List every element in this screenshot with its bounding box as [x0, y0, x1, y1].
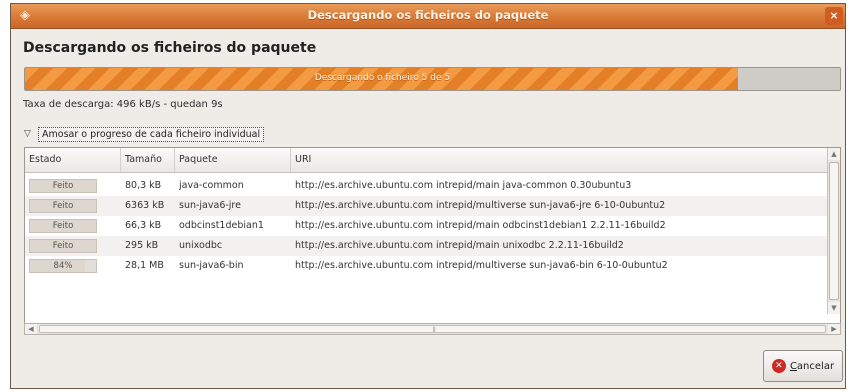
- size-cell: 66,3 kB: [125, 220, 162, 231]
- status-progress-bar: Feito: [29, 199, 97, 213]
- cancel-icon: ✕: [771, 359, 786, 373]
- size-cell: 80,3 kB: [125, 180, 162, 191]
- table-row[interactable]: 84% 28,1 MB sun-java6-bin http://es.archive…: [25, 256, 828, 276]
- cancel-button[interactable]: ✕ Cancelar: [763, 350, 843, 382]
- status-text: 84%: [53, 261, 73, 271]
- show-progress-expander[interactable]: ▽ Amosar o progreso de cada ficheiro ind…: [24, 124, 265, 144]
- title-bar[interactable]: ◈ Descargando os ficheiros do paquete ×: [11, 4, 845, 29]
- uri-cell: http://es.archive.ubuntu.com intrepid/mu…: [295, 200, 666, 211]
- table-row[interactable]: Feito 295 kB unixodbc http://es.archive.ubu…: [25, 236, 828, 256]
- column-header-package[interactable]: Paquete: [175, 148, 291, 172]
- expander-label: Amosar o progreso de cada ficheiro indiv…: [38, 126, 265, 142]
- horizontal-scrollbar[interactable]: ◀ ⦀ ▶: [24, 323, 841, 335]
- column-header-size[interactable]: Tamaño: [121, 148, 175, 172]
- status-cell: 84%: [25, 256, 121, 276]
- download-rate-text: Taxa de descarga: 496 kB/s - quedan 9s: [23, 99, 223, 110]
- status-progress-bar: 84%: [29, 259, 97, 273]
- status-text: Feito: [52, 201, 74, 211]
- status-cell: Feito: [25, 216, 121, 236]
- status-progress-bar: Feito: [29, 179, 97, 193]
- table-row[interactable]: Feito 80,3 kB java-common http://es.archive…: [25, 176, 828, 196]
- scroll-down-icon[interactable]: ▼: [828, 302, 840, 314]
- scroll-left-icon[interactable]: ◀: [25, 324, 37, 334]
- files-table: Estado Tamaño Paquete URI Feito 80,3 kB ja…: [24, 147, 841, 327]
- triangle-down-icon: ▽: [24, 129, 31, 139]
- package-cell: unixodbc: [179, 240, 223, 251]
- cancel-label: Cancelar: [789, 360, 835, 372]
- status-cell: Feito: [25, 176, 121, 196]
- table-row[interactable]: Feito 6363 kB sun-java6-jre http://es.archi…: [25, 196, 828, 216]
- status-progress-bar: Feito: [29, 219, 97, 233]
- close-icon: ×: [829, 9, 839, 22]
- status-text: Feito: [52, 221, 74, 231]
- uri-cell: http://es.archive.ubuntu.com intrepid/mu…: [295, 260, 668, 271]
- size-cell: 6363 kB: [125, 200, 165, 211]
- size-cell: 28,1 MB: [125, 260, 164, 271]
- status-progress-bar: Feito: [29, 239, 97, 253]
- table-row[interactable]: Feito 66,3 kB odbcinst1debian1 http://es.ar…: [25, 216, 828, 236]
- status-text: Feito: [52, 241, 74, 251]
- horizontal-scroll-thumb[interactable]: ⦀: [39, 325, 826, 334]
- column-header-uri[interactable]: URI: [291, 148, 828, 172]
- grip-icon: ⦀: [432, 326, 436, 334]
- scroll-up-icon[interactable]: ▲: [828, 148, 840, 160]
- size-cell: 295 kB: [125, 240, 159, 251]
- package-cell: odbcinst1debian1: [179, 220, 264, 231]
- progress-label: Descargando o ficheiro 5 de 5: [314, 73, 451, 83]
- uri-cell: http://es.archive.ubuntu.com intrepid/ma…: [295, 220, 666, 231]
- package-cell: java-common: [179, 180, 244, 191]
- close-button[interactable]: ×: [825, 7, 843, 25]
- vertical-scroll-thumb[interactable]: [829, 162, 839, 300]
- table-header: Estado Tamaño Paquete URI: [25, 148, 828, 173]
- window-title: Descargando os ficheiros do paquete: [307, 8, 549, 22]
- status-cell: Feito: [25, 196, 121, 216]
- column-header-status[interactable]: Estado: [25, 148, 121, 172]
- scroll-right-icon[interactable]: ▶: [828, 324, 840, 334]
- overall-progress-bar: Descargando o ficheiro 5 de 5: [24, 67, 841, 91]
- uri-cell: http://es.archive.ubuntu.com intrepid/ma…: [295, 180, 632, 191]
- vertical-scrollbar[interactable]: ▲ ▼: [827, 148, 840, 314]
- download-dialog: ◈ Descargando os ficheiros do paquete × …: [10, 3, 846, 389]
- package-cell: sun-java6-jre: [179, 200, 241, 211]
- status-text: Feito: [52, 181, 74, 191]
- uri-cell: http://es.archive.ubuntu.com intrepid/ma…: [295, 240, 624, 251]
- status-cell: Feito: [25, 236, 121, 256]
- package-cell: sun-java6-bin: [179, 260, 244, 271]
- dialog-heading: Descargando os ficheiros do paquete: [23, 40, 317, 56]
